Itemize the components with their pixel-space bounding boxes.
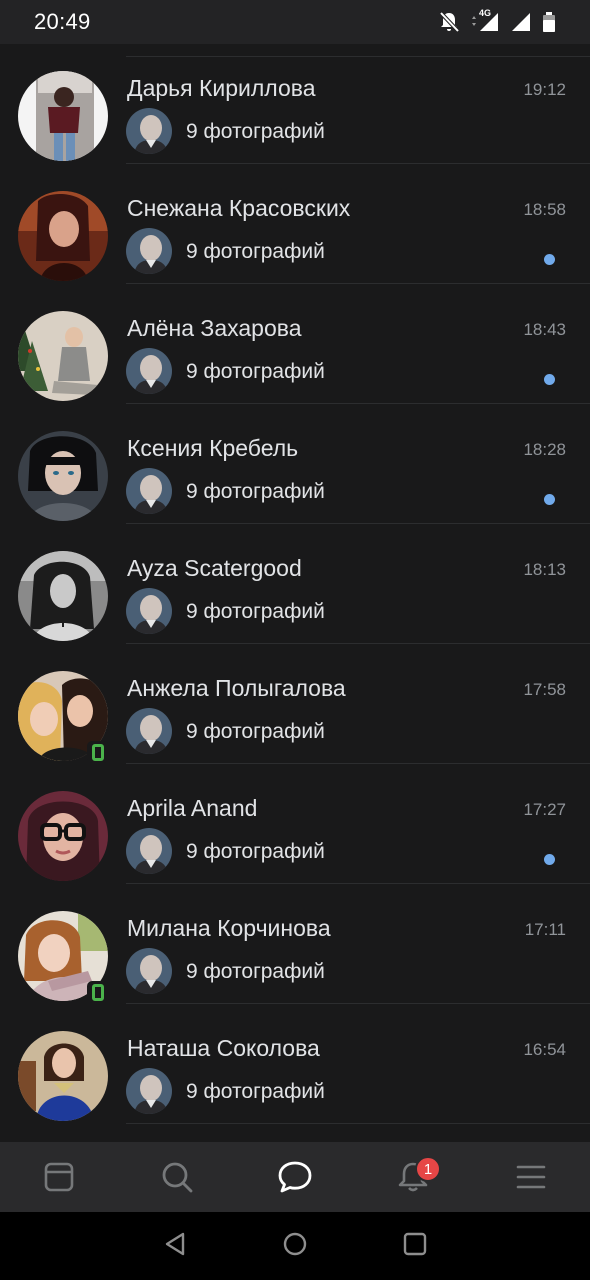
battery-icon [542, 11, 556, 33]
sender-avatar [126, 708, 172, 754]
dialog-time: 17:27 [523, 800, 566, 819]
dialog-time: 18:28 [523, 440, 566, 459]
nav-back-button[interactable] [115, 1231, 235, 1262]
avatar[interactable] [18, 71, 108, 161]
unread-indicator [544, 494, 555, 505]
unread-indicator [544, 854, 555, 865]
nav-recents-button[interactable] [355, 1231, 475, 1262]
menu-icon [516, 1164, 546, 1190]
divider [126, 1123, 590, 1124]
unread-indicator [544, 254, 555, 265]
dialog-preview: 9 фотографий [186, 840, 325, 863]
avatar[interactable] [18, 431, 108, 521]
dialog-preview: 9 фотографий [186, 480, 325, 503]
dialog-item[interactable]: Дарья Кириллова 19:12 9 фотографий [0, 44, 590, 164]
dialog-item[interactable]: Ayza Scatergood 18:13 9 фотографий [0, 524, 590, 644]
dialog-name: Наташа Соколова [127, 1035, 320, 1061]
back-icon [163, 1231, 187, 1262]
dialog-item[interactable]: Наташа Соколова 16:54 9 фотографий [0, 1004, 590, 1124]
signal-icon [510, 11, 532, 33]
status-icons: 4G [438, 8, 556, 33]
nav-home-button[interactable] [235, 1231, 355, 1262]
status-bar: 20:49 4G [0, 0, 590, 44]
dialog-name: Снежана Красовских [127, 195, 351, 221]
sender-avatar [126, 1068, 172, 1114]
dialog-preview: 9 фотографий [186, 120, 325, 143]
dialog-preview: 9 фотографий [186, 600, 325, 623]
tab-notifications[interactable]: 1 [354, 1142, 472, 1212]
dialog-name: Ayza Scatergood [127, 555, 302, 581]
sender-avatar [126, 588, 172, 634]
notification-badge: 1 [415, 1156, 441, 1182]
avatar[interactable] [18, 551, 108, 641]
dialog-name: Aprila Anand [127, 795, 258, 821]
tab-search[interactable] [118, 1142, 236, 1212]
dialog-preview: 9 фотографий [186, 720, 325, 743]
dialog-name: Анжела Полыгалова [127, 675, 346, 701]
avatar[interactable] [18, 311, 108, 401]
system-nav-bar [0, 1212, 590, 1280]
online-mobile-icon [87, 741, 109, 763]
dialog-preview: 9 фотографий [186, 1080, 325, 1103]
dialog-item[interactable]: Ксения Кребель 18:28 9 фотографий [0, 404, 590, 524]
tab-menu[interactable] [472, 1142, 590, 1212]
status-time: 20:49 [34, 9, 91, 34]
dialog-item[interactable]: Милана Корчинова 17:11 9 фотографий [0, 884, 590, 1004]
dialog-item[interactable]: Анжела Полыгалова 17:58 9 фотографий [0, 644, 590, 764]
avatar[interactable] [18, 1031, 108, 1121]
messages-icon [277, 1160, 313, 1194]
bell-muted-icon [438, 11, 460, 33]
avatar[interactable] [18, 791, 108, 881]
dialog-list[interactable]: Дарья Кириллова 19:12 9 фотографий Снежа… [0, 44, 590, 1142]
dialog-name: Дарья Кириллова [127, 75, 316, 101]
recents-icon [402, 1231, 428, 1262]
avatar[interactable] [18, 191, 108, 281]
dialog-time: 18:43 [523, 320, 566, 339]
dialog-time: 17:58 [523, 680, 566, 699]
dialog-preview: 9 фотографий [186, 240, 325, 263]
sender-avatar [126, 948, 172, 994]
sender-avatar [126, 468, 172, 514]
dialog-time: 16:54 [523, 1040, 566, 1059]
unread-indicator [544, 374, 555, 385]
search-icon [160, 1160, 194, 1194]
sender-avatar [126, 348, 172, 394]
dialog-preview: 9 фотографий [186, 960, 325, 983]
dialog-item[interactable]: Снежана Красовских 18:58 9 фотографий [0, 164, 590, 284]
dialog-time: 18:13 [523, 560, 566, 579]
network-type-label: 4G [479, 8, 492, 18]
messenger-screen: 20:49 4G Дарья Кириллова 19:12 9 фотогра… [0, 0, 590, 1280]
dialog-name: Ксения Кребель [127, 435, 299, 461]
sender-avatar [126, 108, 172, 154]
dialog-time: 18:58 [523, 200, 566, 219]
tab-bar: 1 [0, 1142, 590, 1212]
dialog-item[interactable]: Алёна Захарова 18:43 9 фотографий [0, 284, 590, 404]
sender-avatar [126, 828, 172, 874]
tab-messages[interactable] [236, 1142, 354, 1212]
online-mobile-icon [87, 981, 109, 1003]
dialog-time: 19:12 [523, 80, 566, 99]
dialog-name: Милана Корчинова [127, 915, 331, 941]
tab-news[interactable] [0, 1142, 118, 1212]
news-icon [43, 1161, 75, 1193]
dialog-preview: 9 фотографий [186, 360, 325, 383]
dialog-item[interactable]: Aprila Anand 17:27 9 фотографий [0, 764, 590, 884]
sender-avatar [126, 228, 172, 274]
lte-signal-icon: 4G [470, 8, 500, 33]
dialog-time: 17:11 [524, 920, 566, 939]
home-icon [282, 1231, 308, 1262]
dialog-name: Алёна Захарова [127, 315, 302, 341]
